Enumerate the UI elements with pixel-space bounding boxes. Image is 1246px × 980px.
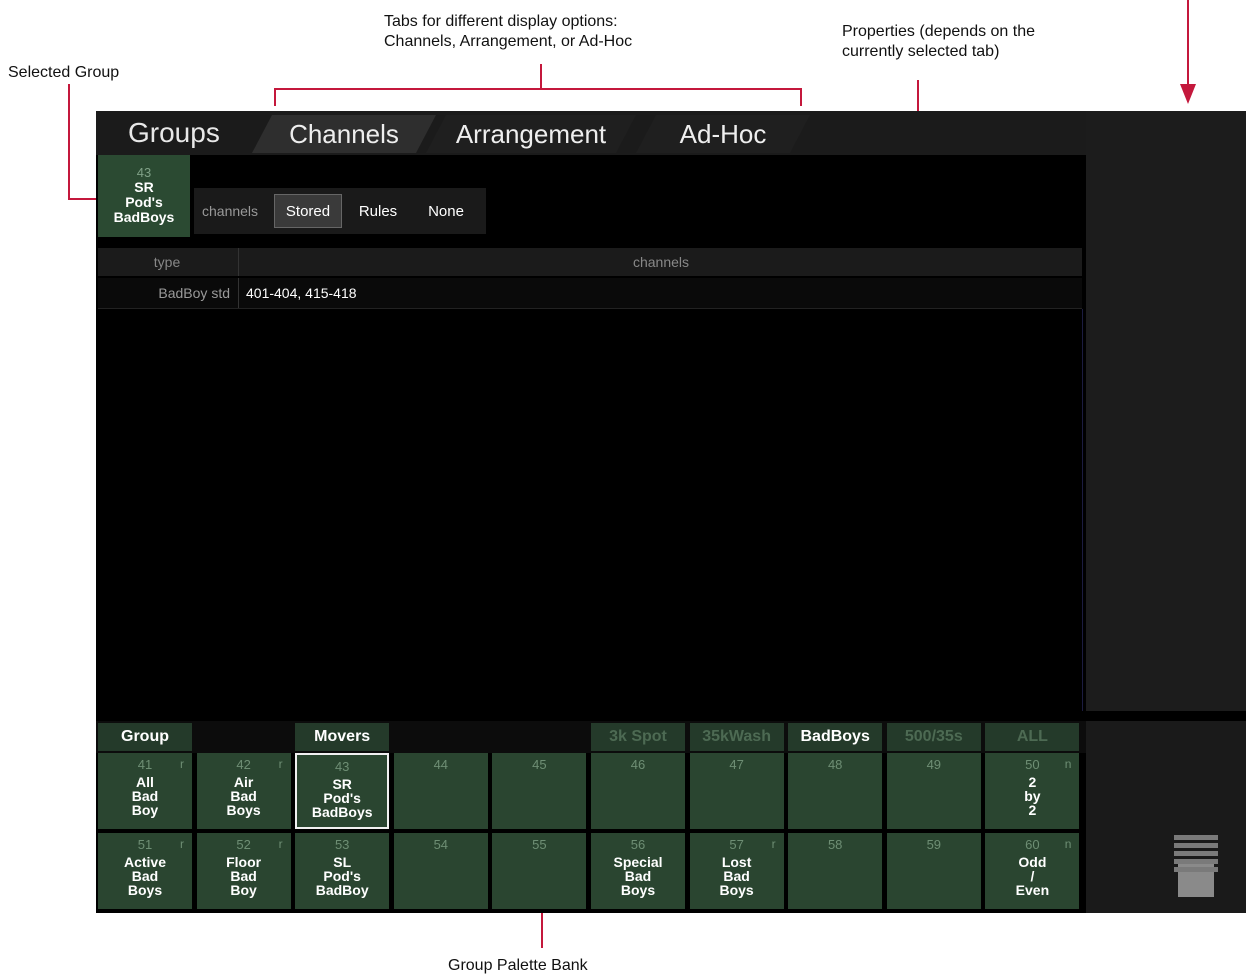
palette-cell-45[interactable]: 45 (492, 753, 587, 829)
palette-cell-52[interactable]: 52 r Floor Bad Boy (196, 833, 291, 909)
column-header-type: type (153, 254, 181, 270)
palette-cell-label: 2 by 2 (1024, 774, 1041, 818)
palette-cell-flag: n (1064, 837, 1072, 851)
palette-cell-54[interactable]: 54 (393, 833, 488, 909)
channels-filter-label: channels (202, 203, 259, 219)
palette-cell-48[interactable]: 48 (788, 753, 883, 829)
palette-cell-number: 42 (236, 757, 251, 772)
palette-cell-label: Special Bad Boys (613, 854, 663, 898)
palette-cell-number: 54 (433, 837, 449, 852)
group-palette-bank: 41 r All Bad Boy 42 r Air Bad Boys 43 SR Pod's … (96, 753, 1086, 913)
palette-cell-59[interactable]: 59 (886, 833, 981, 909)
tab-channels[interactable]: Channels (252, 115, 436, 153)
palette-cell-50[interactable]: 50 n 2 by 2 (985, 753, 1080, 829)
bank-label-35kwash[interactable]: 35kWash (689, 723, 784, 751)
rules-button[interactable]: Rules (346, 194, 410, 228)
palette-cell-number: 55 (532, 837, 547, 852)
palette-cell-number: 46 (630, 757, 646, 772)
palette-cell-56[interactable]: 56 Special Bad Boys (591, 833, 685, 909)
palette-cell-number: 59 (926, 837, 942, 852)
palette-cell-number: 48 (827, 757, 843, 772)
right-control-panel (1086, 721, 1246, 913)
bank-label-movers[interactable]: Movers (295, 723, 390, 751)
palette-cell-number: 53 (334, 837, 350, 852)
palette-cell-46[interactable]: 46 (591, 753, 685, 829)
palette-cell-flag: r (771, 837, 776, 851)
selected-group-name: SR Pod's BadBoys (113, 179, 175, 225)
palette-cell-label: SL Pod's BadBoy (315, 854, 369, 898)
palette-cell-flag: r (180, 757, 184, 771)
bank-label-group[interactable]: Group (98, 723, 192, 751)
palette-cell-number: 47 (729, 757, 744, 772)
palette-cell-number: 57 (729, 837, 744, 852)
palette-cell-49[interactable]: 49 (886, 753, 981, 829)
palette-cell-label: Odd / Even (1015, 854, 1050, 898)
palette-cell-flag: r (180, 837, 184, 851)
row-channels: 401-404, 415-418 (246, 285, 357, 301)
selected-group-number: 43 (136, 165, 152, 180)
row-divider (238, 278, 239, 308)
tab-arrangement[interactable]: Arrangement (426, 115, 636, 153)
bank-label-3k-spot[interactable]: 3k Spot (591, 723, 685, 751)
channels-filter-bar: channels Stored Rules None (194, 188, 486, 234)
palette-cell-label: Floor Bad Boy (226, 854, 262, 898)
palette-cell-60[interactable]: 60 n Odd / Even (985, 833, 1080, 909)
palette-cell-57[interactable]: 57 r Lost Bad Boys (689, 833, 784, 909)
palette-bank-labels: Group Movers 3k Spot 35kWash BadBoys 500/35s A… (96, 721, 1086, 753)
palette-cell-53[interactable]: 53 SL Pod's BadBoy (295, 833, 390, 909)
palette-cell-label: Active Bad Boys (123, 854, 167, 898)
none-button[interactable]: None (414, 194, 478, 228)
palette-cell-43[interactable]: 43 SR Pod's BadBoys (295, 753, 390, 829)
palette-cell-number: 52 (236, 837, 251, 852)
palette-cell-number: 51 (137, 837, 153, 852)
right-side-panel (1086, 111, 1246, 711)
palette-cell-flag: n (1064, 757, 1072, 771)
palette-cell-58[interactable]: 58 (788, 833, 883, 909)
palette-cell-42[interactable]: 42 r Air Bad Boys (196, 753, 291, 829)
bank-label-all[interactable]: ALL (985, 723, 1080, 751)
palette-cell-55[interactable]: 55 (492, 833, 587, 909)
palette-cell-44[interactable]: 44 (393, 753, 488, 829)
palette-cell-number: 58 (827, 837, 843, 852)
tab-bar: Groups Channels Arrangement Ad-Hoc (96, 111, 1246, 155)
palette-cell-label: SR Pod's BadBoys (311, 776, 373, 820)
palette-cell-number: 45 (532, 757, 547, 772)
palette-cell-number: 44 (433, 757, 449, 772)
bank-label-500-35s[interactable]: 500/35s (886, 723, 981, 751)
page-title: Groups (128, 117, 220, 148)
palette-cell-number: 56 (630, 837, 646, 852)
stored-button[interactable]: Stored (274, 194, 342, 228)
app-window: Groups Channels Arrangement Ad-Hoc 43 SR… (96, 111, 1246, 913)
menu-lines-icon[interactable] (1174, 835, 1218, 875)
palette-cell-flag: r (278, 837, 283, 851)
palette-cell-number: 43 (334, 759, 350, 774)
palette-cell-label: Air Bad Boys (226, 774, 261, 818)
properties-table-header: type channels (98, 248, 1082, 276)
selected-group-tile[interactable]: 43 SR Pod's BadBoys (98, 155, 190, 237)
palette-cell-41[interactable]: 41 r All Bad Boy (98, 753, 192, 829)
palette-cell-number: 49 (926, 757, 942, 772)
palette-cell-label: All Bad Boy (131, 774, 159, 818)
column-divider (238, 248, 239, 276)
palette-cell-label: Lost Bad Boys (719, 854, 754, 898)
palette-cell-number: 41 (137, 757, 153, 772)
palette-cell-51[interactable]: 51 r Active Bad Boys (98, 833, 192, 909)
bank-label-badboys[interactable]: BadBoys (788, 723, 883, 751)
row-type: BadBoy std (158, 285, 230, 301)
properties-empty-area (98, 309, 1083, 711)
tab-ad-hoc[interactable]: Ad-Hoc (636, 115, 810, 153)
column-header-channels: channels (632, 254, 690, 270)
table-row[interactable]: BadBoy std 401-404, 415-418 (98, 278, 1082, 309)
palette-cell-47[interactable]: 47 (689, 753, 784, 829)
palette-cell-flag: r (278, 757, 283, 771)
